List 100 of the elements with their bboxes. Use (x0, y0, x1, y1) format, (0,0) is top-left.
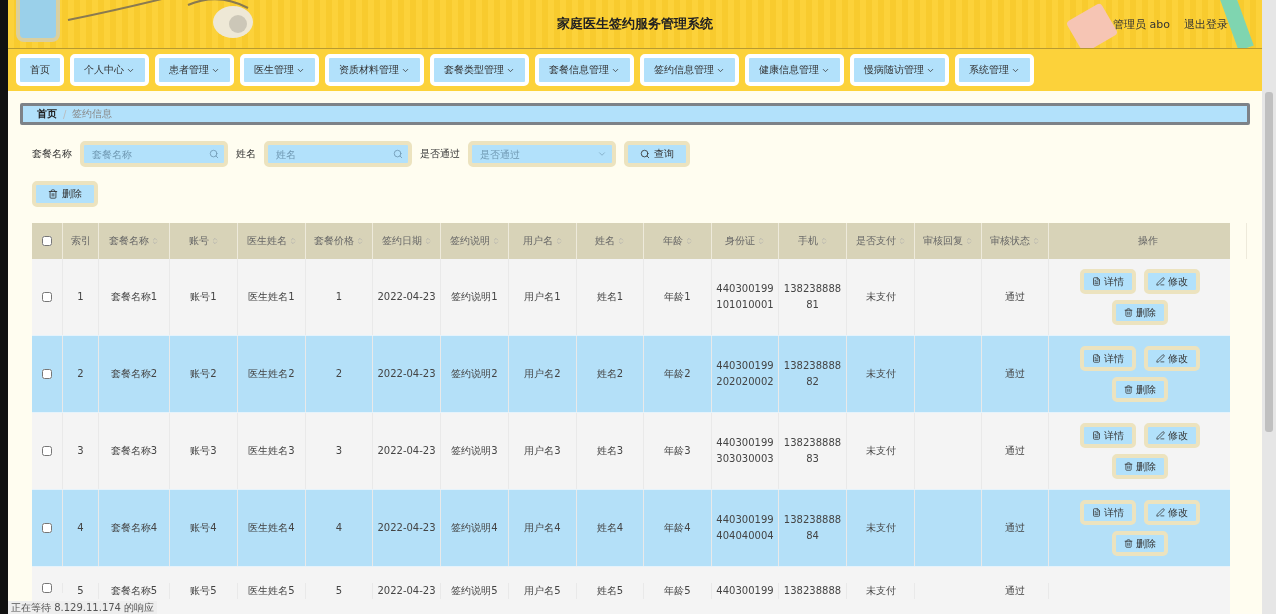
trash-icon (48, 189, 58, 199)
nav-menu-button[interactable]: 套餐类型管理 (430, 54, 529, 86)
logout-link[interactable]: 退出登录 (1184, 17, 1228, 32)
sort-icon (151, 237, 159, 245)
table-cell-text: 用户名5 (524, 584, 561, 598)
scrollbar-thumb[interactable] (1265, 92, 1273, 432)
nav-menu-button[interactable]: 慢病随访管理 (850, 54, 949, 86)
table-cell-text: 138238888 82 (783, 359, 842, 389)
sort-icon (491, 237, 500, 245)
table-cell-text: 通过 (1005, 290, 1025, 304)
nav-menu-button[interactable]: 资质材料管理 (325, 54, 424, 86)
search-field[interactable]: 姓名 (264, 141, 412, 167)
table-cell-text: 账号3 (190, 444, 217, 458)
nav-menu-button[interactable]: 系统管理 (955, 54, 1034, 86)
row-checkbox[interactable] (42, 446, 52, 456)
detail-button[interactable]: 详情 (1079, 423, 1136, 448)
nav-menu-button[interactable]: 医生管理 (240, 54, 319, 86)
edit-button[interactable]: 修改 (1143, 423, 1200, 448)
table-cell-text: 年龄2 (664, 367, 691, 381)
field-label: 是否通过 (420, 147, 460, 161)
table-cell-text: 440300199 303030003 (716, 436, 774, 466)
delete-button[interactable]: 删除 (1111, 377, 1168, 402)
table-cell-text: 姓名5 (596, 584, 624, 598)
edit-button[interactable]: 修改 (1143, 346, 1200, 371)
document-icon (1091, 354, 1101, 363)
table-cell-text: 医生姓名3 (248, 444, 295, 458)
table-cell-text: 138238888 83 (783, 436, 842, 466)
nav-menu-button[interactable]: 首页 (16, 54, 64, 86)
search-icon (640, 149, 650, 159)
table-cell-text: 用户名2 (524, 367, 561, 381)
search-button[interactable]: 查询 (624, 141, 690, 167)
table-cell-text: 医生姓名4 (248, 521, 295, 535)
search-icon (393, 149, 403, 159)
table-cell-text: 440300199 101010001 (716, 282, 774, 312)
sort-icon (554, 237, 563, 245)
trash-icon (1123, 539, 1133, 548)
detail-button[interactable]: 详情 (1079, 500, 1136, 525)
sort-icon (1032, 237, 1040, 245)
row-checkbox[interactable] (42, 292, 52, 302)
document-icon (1091, 431, 1101, 440)
table-cell-text: 签约说明4 (451, 521, 498, 535)
user-name: 管理员 abo (1113, 17, 1170, 32)
table-cell-text: 2022-04-23 (377, 444, 436, 458)
detail-button[interactable]: 详情 (1079, 269, 1136, 294)
table-cell-text: 姓名4 (596, 521, 624, 535)
table-cell-text: 用户名4 (524, 521, 561, 535)
sort-icon (288, 237, 297, 245)
table-cell-text: 2022-04-23 (377, 521, 436, 535)
row-checkbox[interactable] (42, 369, 52, 379)
select-field[interactable]: 是否通过 (468, 141, 616, 167)
table-cell-text: 5 (77, 584, 84, 598)
pen-icon (1155, 508, 1165, 517)
app-title: 家庭医生签约服务管理系统 (557, 15, 713, 33)
table-cell-text: 套餐名称1 (110, 290, 158, 304)
nav-menu-button[interactable]: 健康信息管理 (745, 54, 844, 86)
delete-button[interactable]: 删除 (32, 181, 98, 207)
search-icon (209, 149, 219, 159)
nav-menu-button[interactable]: 个人中心 (70, 54, 149, 86)
delete-button[interactable]: 删除 (1111, 531, 1168, 556)
pen-icon (1155, 431, 1165, 440)
table-cell-text: 通过 (1005, 521, 1025, 535)
document-icon (1091, 277, 1101, 286)
delete-button[interactable]: 删除 (1111, 300, 1168, 325)
document-icon (1091, 508, 1101, 517)
table-cell-text: 2022-04-23 (377, 290, 436, 304)
table-cell-text: 138238888 (783, 584, 842, 598)
search-field[interactable]: 套餐名称 (80, 141, 228, 167)
table-cell-text: 4 (335, 521, 343, 535)
nav-menu-button[interactable]: 套餐信息管理 (535, 54, 634, 86)
table-cell-text: 账号4 (190, 521, 217, 535)
edit-button[interactable]: 修改 (1143, 269, 1200, 294)
status-text: 正在等待 8.129.11.174 的响应 (8, 601, 158, 614)
table-cell-text: 3 (335, 444, 343, 458)
pen-icon (1155, 354, 1165, 363)
table-cell-text: 账号5 (190, 584, 217, 598)
nav-menu-button[interactable]: 患者管理 (155, 54, 234, 86)
table-cell-text: 138238888 84 (783, 513, 842, 543)
table-cell-text: 2022-04-23 (377, 367, 436, 381)
edit-button[interactable]: 修改 (1143, 500, 1200, 525)
field-label: 姓名 (236, 147, 256, 161)
sort-icon (210, 237, 219, 245)
select-all-checkbox[interactable] (42, 236, 52, 246)
breadcrumb-item[interactable]: 首页 (37, 107, 57, 121)
table-cell-text: 5 (335, 584, 343, 598)
table-cell-text: 440300199 404040004 (716, 513, 774, 543)
table-cell-text: 440300199 (716, 584, 774, 598)
table-cell-text: 账号1 (190, 290, 217, 304)
row-checkbox[interactable] (42, 583, 52, 593)
table-cell-text: 医生姓名1 (248, 290, 295, 304)
delete-button[interactable]: 删除 (1111, 454, 1168, 479)
row-checkbox[interactable] (42, 523, 52, 533)
table-cell-text: 3 (77, 444, 84, 458)
table-cell-text: 通过 (1005, 584, 1025, 598)
table-cell-text: 通过 (1005, 367, 1025, 381)
table-cell-text: 账号2 (190, 367, 217, 381)
detail-button[interactable]: 详情 (1079, 346, 1136, 371)
table-cell-text: 通过 (1005, 444, 1025, 458)
table-cell-text: 未支付 (865, 444, 896, 458)
table-cell-text: 年龄1 (664, 290, 691, 304)
nav-menu-button[interactable]: 签约信息管理 (640, 54, 739, 86)
